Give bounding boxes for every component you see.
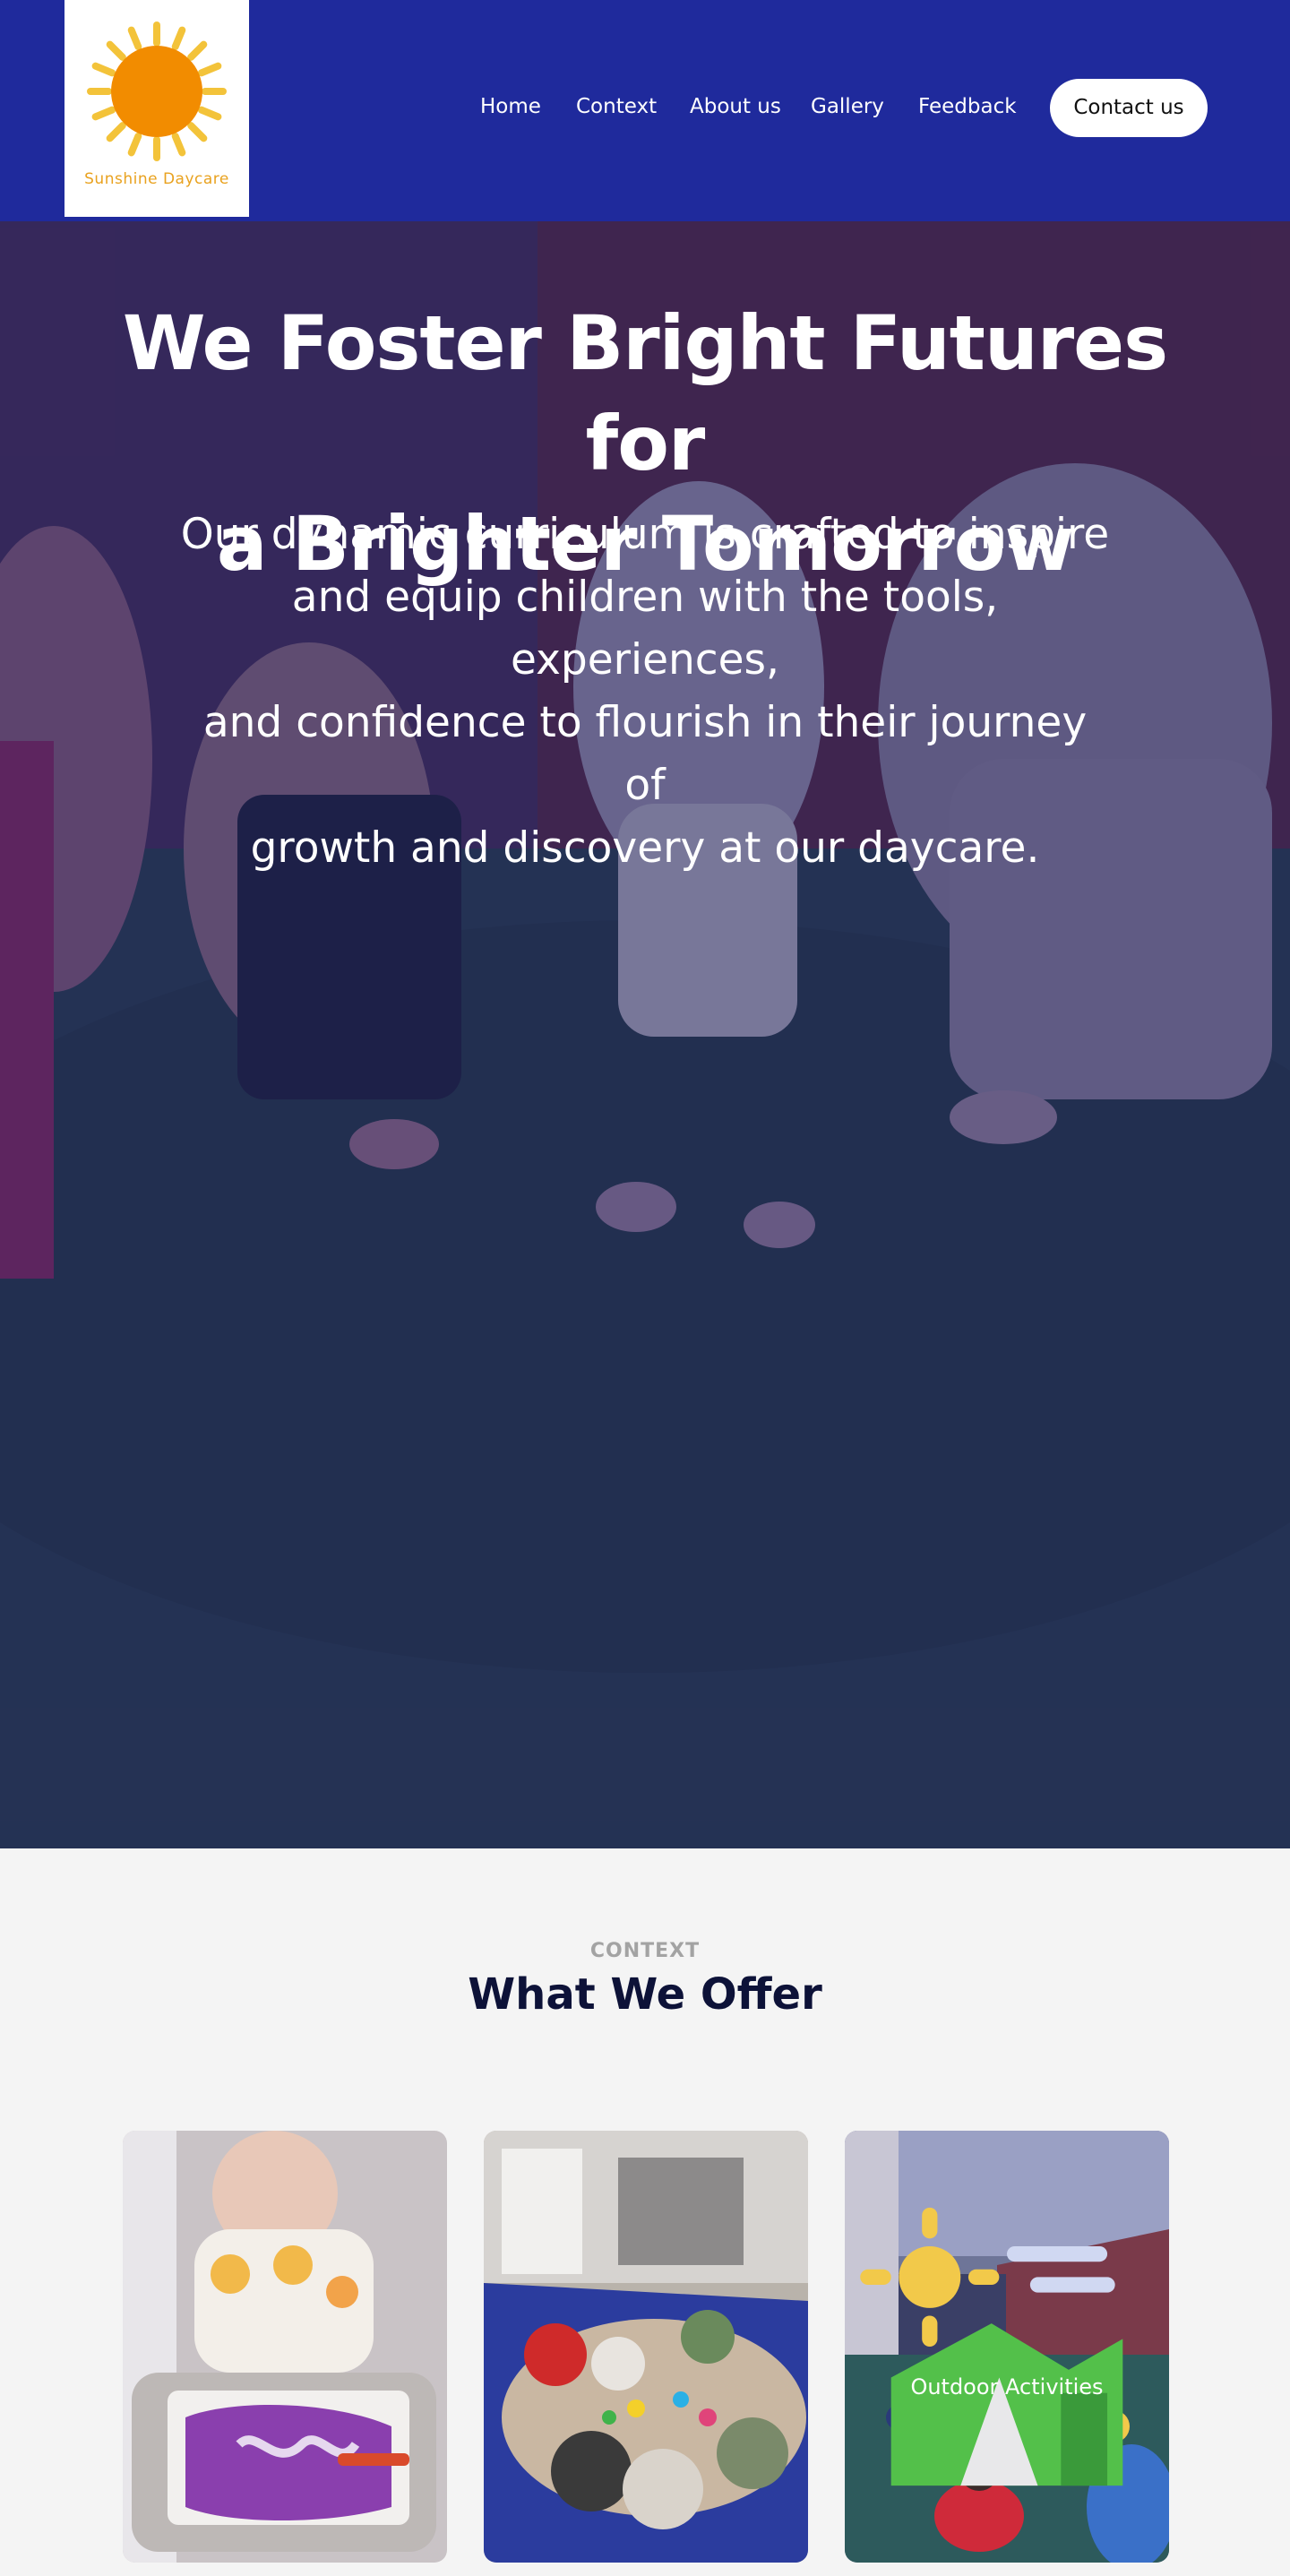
site-header: Sunshine Daycare Home Context About us G… bbox=[0, 0, 1290, 221]
hero-subtitle-line: and equip children with the tools, exper… bbox=[291, 573, 999, 685]
hero-title-line: We Foster Bright Futures for bbox=[122, 299, 1168, 487]
hero-section: We Foster Bright Futures for a Brighter … bbox=[0, 221, 1290, 1848]
offer-card-outdoor[interactable]: Outdoor Activities bbox=[845, 2131, 1169, 2563]
logo[interactable]: Sunshine Daycare bbox=[64, 0, 249, 217]
section-eyebrow: CONTEXT bbox=[589, 1940, 701, 1962]
hero-subtitle: Our dynamic curriculum is crafted to ins… bbox=[179, 504, 1111, 880]
hero-subtitle-line: growth and discovery at our daycare. bbox=[250, 823, 1040, 873]
hero-subtitle-line: and confidence to flourish in their jour… bbox=[202, 698, 1088, 810]
hero-subtitle-line: Our dynamic curriculum is crafted to ins… bbox=[180, 510, 1110, 559]
section-title: What We Offer bbox=[468, 1969, 822, 2020]
nav-gallery[interactable]: Gallery bbox=[811, 93, 884, 120]
card-label-outdoor: Outdoor Activities bbox=[910, 2374, 1104, 2399]
offer-card-art[interactable] bbox=[123, 2131, 447, 2563]
art-activity-photo bbox=[123, 2131, 447, 2563]
nav-context[interactable]: Context bbox=[576, 93, 657, 120]
contact-us-button[interactable]: Contact us bbox=[1050, 79, 1208, 137]
nav-about-us[interactable]: About us bbox=[690, 93, 781, 120]
nav-feedback[interactable]: Feedback bbox=[918, 93, 1017, 120]
sun-icon bbox=[87, 22, 227, 161]
offer-card-play[interactable] bbox=[484, 2131, 808, 2563]
nav-home[interactable]: Home bbox=[480, 93, 541, 120]
brand-name: Sunshine Daycare bbox=[84, 170, 229, 188]
playroom-photo bbox=[484, 2131, 808, 2563]
outdoor-activities-icon bbox=[860, 2207, 1123, 2486]
